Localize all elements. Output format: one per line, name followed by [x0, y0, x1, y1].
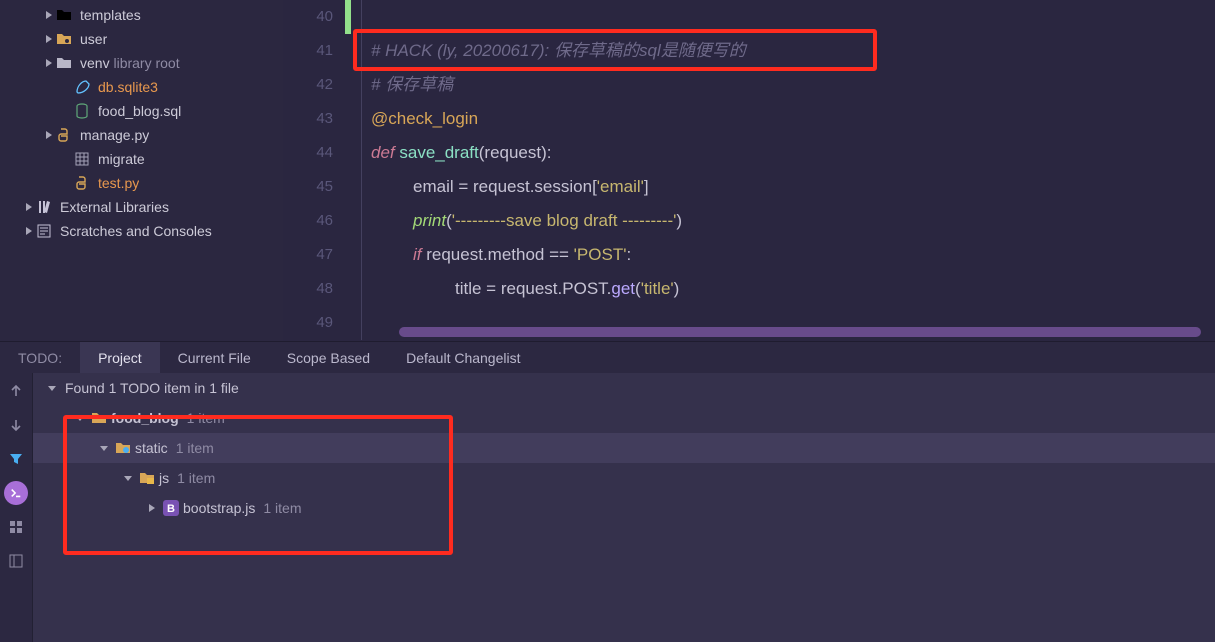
- tree-venv[interactable]: venv library root: [0, 51, 283, 75]
- chevron-right-icon: [145, 501, 159, 515]
- change-marker: [345, 0, 351, 34]
- tree-user[interactable]: user: [0, 27, 283, 51]
- folder-library-icon: [56, 55, 72, 71]
- chevron-right-icon: [22, 224, 36, 238]
- chevron-right-icon: [42, 8, 56, 22]
- tab-project[interactable]: Project: [80, 342, 160, 373]
- todo-tabs: TODO: Project Current File Scope Based D…: [0, 342, 1215, 373]
- tree-label: test.py: [94, 175, 139, 191]
- python-icon: [56, 127, 72, 143]
- chevron-down-icon: [73, 411, 87, 425]
- grid-icon[interactable]: [4, 515, 28, 539]
- chevron-right-icon: [22, 200, 36, 214]
- line-gutter: 404142 434445 464748 49: [283, 0, 361, 341]
- horizontal-scrollbar[interactable]: [399, 327, 1201, 337]
- tab-default-changelist[interactable]: Default Changelist: [388, 342, 538, 373]
- result-bootstrap[interactable]: B bootstrap.js 1 item: [33, 493, 1215, 523]
- tree-external-libraries[interactable]: External Libraries: [0, 195, 283, 219]
- tree-label: user: [76, 31, 107, 47]
- tab-current-file[interactable]: Current File: [160, 342, 269, 373]
- feather-icon: [74, 79, 90, 95]
- result-js[interactable]: js 1 item: [33, 463, 1215, 493]
- tree-label: templates: [76, 7, 141, 23]
- tree-label: food_blog.sql: [94, 103, 181, 119]
- chevron-down-icon: [97, 441, 111, 455]
- grid-icon: [74, 151, 90, 167]
- chevron-right-icon: [42, 32, 56, 46]
- bootstrap-icon: B: [163, 500, 179, 516]
- svg-text:B: B: [167, 503, 175, 515]
- tree-migrate[interactable]: migrate: [0, 147, 283, 171]
- code-content[interactable]: # HACK (ly, 20200617): 保存草稿的sql是随便写的 # 保…: [361, 0, 1215, 341]
- folder-js-icon: [139, 470, 155, 486]
- tree-templates[interactable]: templates: [0, 3, 283, 27]
- library-icon: [36, 199, 52, 215]
- down-arrow-icon[interactable]: [4, 413, 28, 437]
- tab-scope-based[interactable]: Scope Based: [269, 342, 388, 373]
- folder-web-icon: [115, 440, 131, 456]
- tree-manage[interactable]: manage.py: [0, 123, 283, 147]
- tree-sql[interactable]: food_blog.sql: [0, 99, 283, 123]
- result-static[interactable]: static 1 item: [33, 433, 1215, 463]
- tree-db[interactable]: db.sqlite3: [0, 75, 283, 99]
- tree-test[interactable]: test.py: [0, 171, 283, 195]
- layout-icon[interactable]: [4, 549, 28, 573]
- chevron-right-icon: [42, 56, 56, 70]
- tree-label: manage.py: [76, 127, 149, 143]
- up-arrow-icon[interactable]: [4, 379, 28, 403]
- results-summary[interactable]: Found 1 TODO item in 1 file: [33, 373, 1215, 403]
- terminal-icon[interactable]: [4, 481, 28, 505]
- todo-label: TODO:: [0, 342, 80, 373]
- folder-icon: [56, 7, 72, 23]
- tree-label: Scratches and Consoles: [56, 223, 212, 239]
- filter-icon[interactable]: [4, 447, 28, 471]
- result-food-blog[interactable]: food_blog 1 item: [33, 403, 1215, 433]
- scratch-icon: [36, 223, 52, 239]
- todo-toolbar: [0, 373, 32, 642]
- tree-label: db.sqlite3: [94, 79, 158, 95]
- tree-scratches[interactable]: Scratches and Consoles: [0, 219, 283, 243]
- chevron-down-icon: [121, 471, 135, 485]
- python-icon: [74, 175, 90, 191]
- database-icon: [74, 103, 90, 119]
- project-tree[interactable]: templates user venv library root db.sqli…: [0, 0, 283, 341]
- todo-panel: TODO: Project Current File Scope Based D…: [0, 341, 1215, 641]
- tree-label: External Libraries: [56, 199, 169, 215]
- tree-label: migrate: [94, 151, 145, 167]
- chevron-down-icon: [45, 381, 59, 395]
- chevron-right-icon: [42, 128, 56, 142]
- todo-results[interactable]: Found 1 TODO item in 1 file food_blog 1 …: [32, 373, 1215, 642]
- code-editor[interactable]: 404142 434445 464748 49 # HACK (ly, 2020…: [283, 0, 1215, 341]
- tree-label: venv library root: [76, 55, 180, 71]
- folder-special-icon: [56, 31, 72, 47]
- folder-icon: [91, 410, 107, 426]
